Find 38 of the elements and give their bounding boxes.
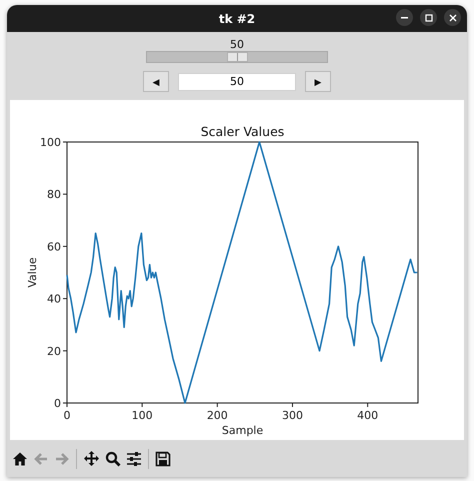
save-button[interactable]: [154, 450, 172, 468]
y-axis-title: Value: [26, 257, 39, 288]
window-title: tk #2: [218, 12, 256, 26]
tick-label: 40: [47, 292, 61, 306]
x-axis-title: Sample: [222, 424, 264, 437]
slider-thumb[interactable]: [226, 52, 248, 62]
home-icon: [12, 450, 28, 466]
tick-label: 100: [132, 409, 153, 422]
chart-title: Scaler Values: [200, 124, 284, 139]
move-icon: [83, 450, 100, 467]
close-icon: [448, 12, 458, 22]
value-field[interactable]: 50: [178, 72, 296, 90]
search-icon: [105, 450, 121, 466]
close-button[interactable]: [444, 9, 461, 26]
minimize-icon: [401, 16, 408, 18]
zoom-button[interactable]: [104, 450, 122, 468]
slider[interactable]: [146, 51, 328, 63]
tick-label: 300: [282, 409, 303, 422]
pan-button[interactable]: [82, 449, 101, 468]
left-arrow-icon: [33, 450, 49, 466]
tick-label: 0: [64, 409, 70, 422]
minimize-button[interactable]: [396, 9, 413, 26]
tick-label: 200: [206, 409, 228, 422]
right-arrow-icon: [54, 450, 70, 466]
tick-label: 100: [40, 136, 61, 149]
configure-button[interactable]: [125, 450, 143, 468]
tick-label: 400: [357, 409, 378, 422]
slider-value: 50: [230, 38, 244, 51]
tick-label: 20: [47, 344, 61, 358]
increment-button[interactable]: ▶: [305, 71, 331, 92]
tick-label: 0: [54, 397, 61, 410]
sliders-icon: [126, 450, 142, 466]
maximize-button[interactable]: [420, 9, 437, 26]
home-button[interactable]: [11, 450, 29, 468]
tick-label: 60: [47, 240, 61, 254]
tick-label: 80: [47, 188, 61, 202]
decrement-button[interactable]: ◀: [143, 71, 169, 92]
maximize-icon: [424, 12, 434, 22]
